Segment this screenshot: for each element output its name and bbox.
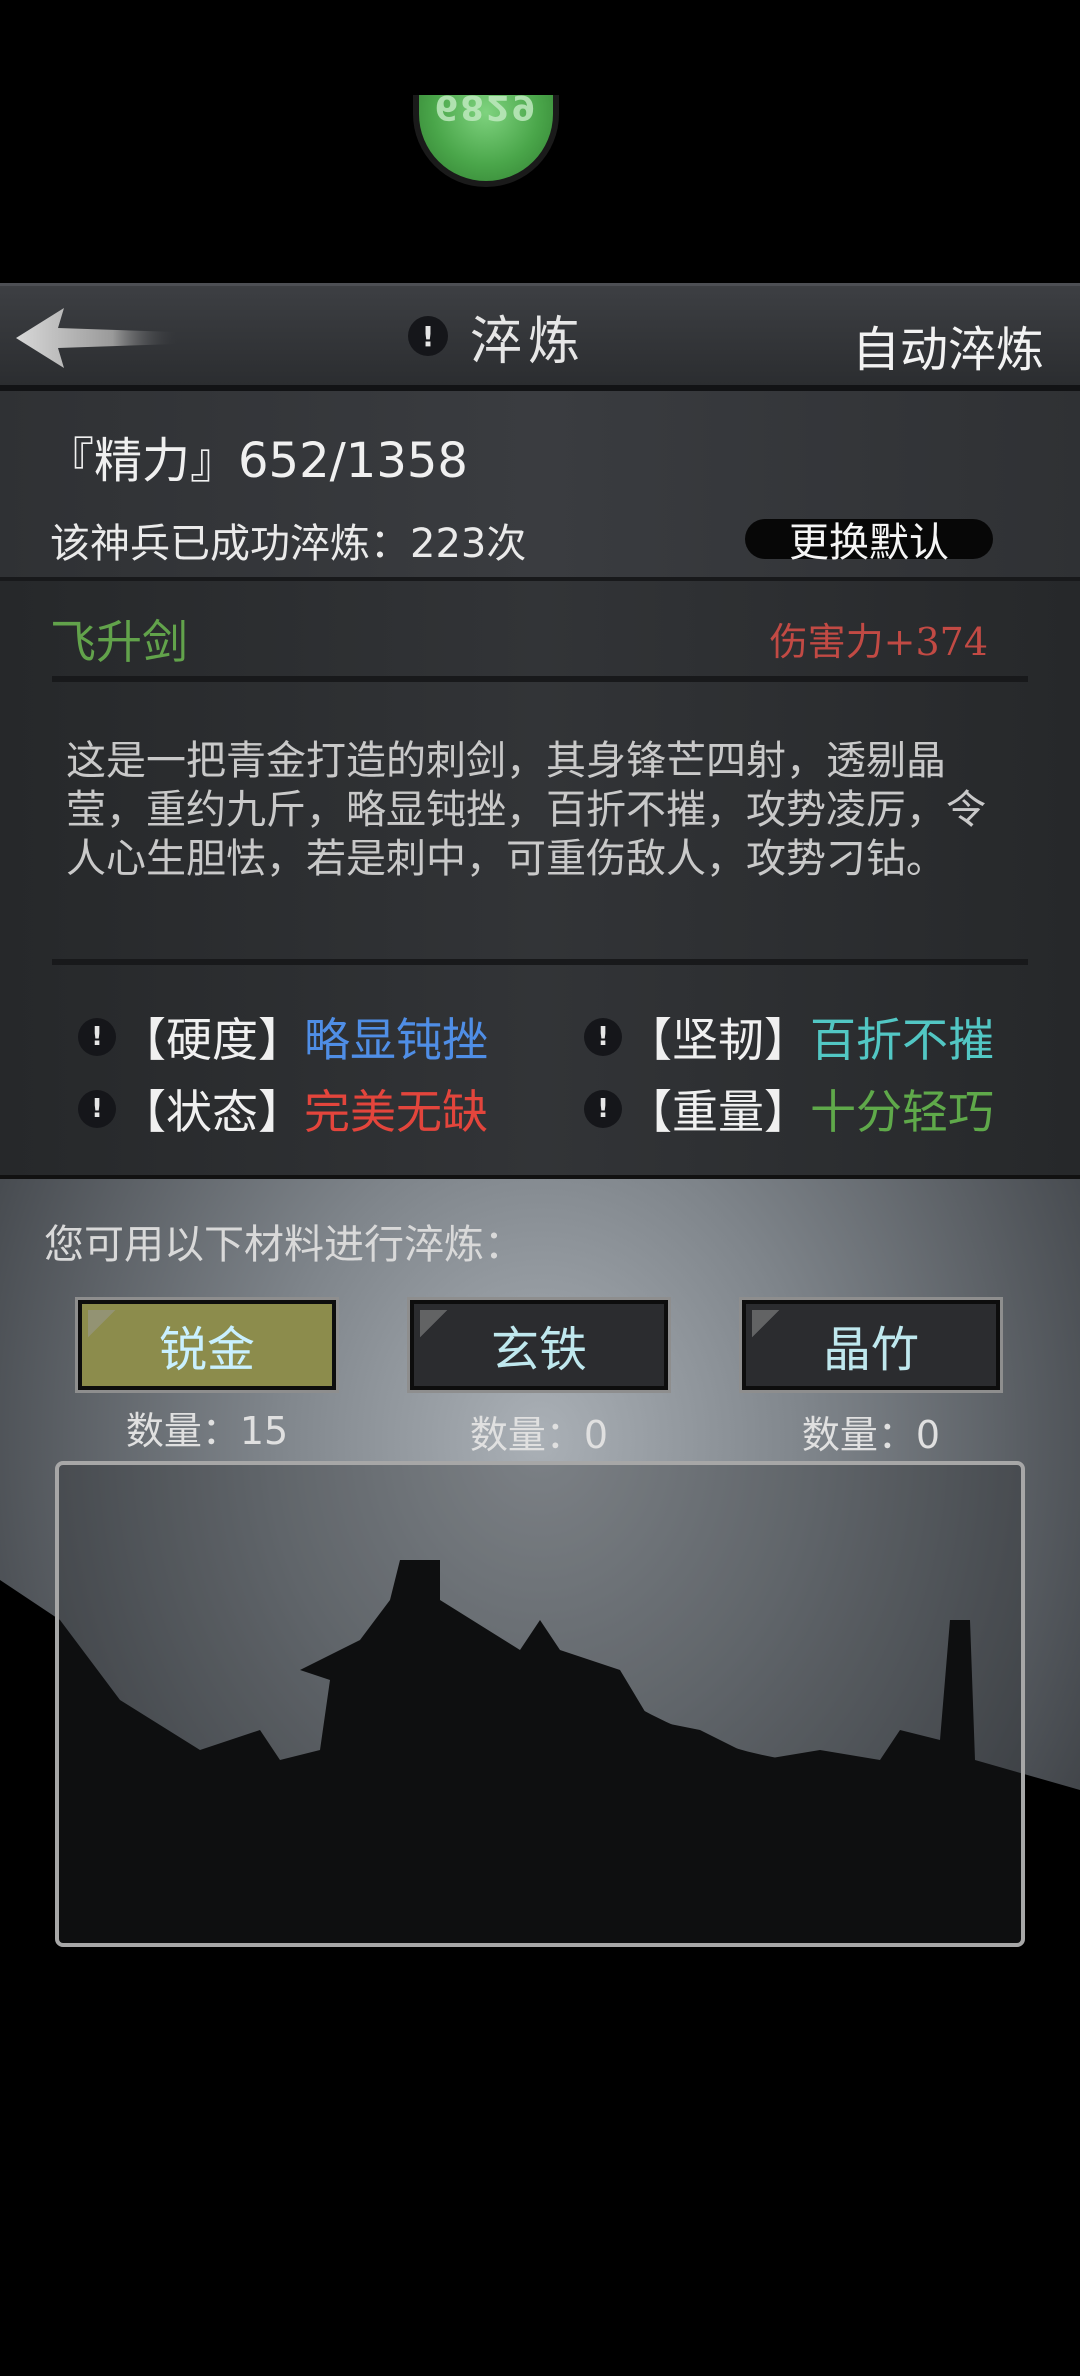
top-orb-button[interactable]: 6829 bbox=[413, 95, 559, 187]
material-qty: 数量：0 bbox=[801, 1413, 941, 1457]
refine-display-box bbox=[55, 1461, 1025, 1947]
material-qty: 数量：15 bbox=[125, 1409, 289, 1453]
page-title: 淬炼 bbox=[470, 311, 587, 372]
weapon-description: 这是一把青金打造的刺剑，其身锋芒四射，透剔晶莹，重约九斤，略显钝挫，百折不摧，攻… bbox=[66, 738, 986, 882]
attribute-label: 【坚韧】 bbox=[626, 1013, 810, 1067]
info-icon[interactable]: ! bbox=[584, 1018, 622, 1056]
material-name: 玄铁 bbox=[490, 1322, 587, 1378]
material-xuantie-button[interactable]: 玄铁 bbox=[407, 1297, 671, 1393]
attribute-toughness: ! 【坚韧】 百折不摧 bbox=[584, 1009, 994, 1067]
attribute-hardness: ! 【硬度】 略显钝挫 bbox=[78, 1009, 488, 1067]
attribute-state: ! 【状态】 完美无缺 bbox=[78, 1081, 488, 1139]
material-ruijin-button[interactable]: 锐金 bbox=[75, 1297, 339, 1393]
info-icon[interactable]: ! bbox=[78, 1018, 116, 1056]
materials-title: 您可用以下材料进行淬炼： bbox=[44, 1222, 524, 1268]
weapon-panel: 飞升剑 伤害力+374 这是一把青金打造的刺剑，其身锋芒四射，透剔晶莹，重约九斤… bbox=[0, 581, 1080, 1179]
energy-value: 『精力』652/1358 bbox=[46, 433, 468, 489]
attribute-label: 【状态】 bbox=[120, 1085, 304, 1139]
material-qty: 数量：0 bbox=[469, 1413, 609, 1457]
attribute-value: 百折不摧 bbox=[810, 1013, 994, 1067]
attribute-value: 略显钝挫 bbox=[304, 1013, 488, 1067]
title-group: ! 淬炼 bbox=[408, 304, 586, 372]
refine-count: 该神兵已成功淬炼：223次 bbox=[50, 521, 527, 567]
info-icon[interactable]: ! bbox=[78, 1090, 116, 1128]
header-bar: ! 淬炼 自动淬炼 bbox=[0, 283, 1080, 391]
info-panel: 『精力』652/1358 该神兵已成功淬炼：223次 更换默认 bbox=[0, 391, 1080, 581]
material-name: 锐金 bbox=[158, 1322, 255, 1378]
material-jingzhu-button[interactable]: 晶竹 bbox=[739, 1297, 1003, 1393]
divider bbox=[52, 676, 1028, 682]
attribute-weight: ! 【重量】 十分轻巧 bbox=[584, 1081, 994, 1139]
divider bbox=[52, 959, 1028, 965]
damage-stat: 伤害力+374 bbox=[769, 620, 988, 664]
attribute-value: 十分轻巧 bbox=[810, 1085, 994, 1139]
orb-text: 6829 bbox=[434, 95, 538, 127]
attribute-value: 完美无缺 bbox=[304, 1085, 488, 1139]
change-default-button[interactable]: 更换默认 bbox=[745, 519, 993, 566]
back-arrow-icon[interactable] bbox=[12, 306, 182, 370]
info-icon[interactable]: ! bbox=[408, 316, 448, 356]
auto-refine-button[interactable]: 自动淬炼 bbox=[852, 310, 1044, 380]
material-name: 晶竹 bbox=[822, 1322, 919, 1378]
info-icon[interactable]: ! bbox=[584, 1090, 622, 1128]
attribute-label: 【重量】 bbox=[626, 1085, 810, 1139]
attribute-label: 【硬度】 bbox=[120, 1013, 304, 1067]
weapon-name: 飞升剑 bbox=[50, 615, 188, 669]
